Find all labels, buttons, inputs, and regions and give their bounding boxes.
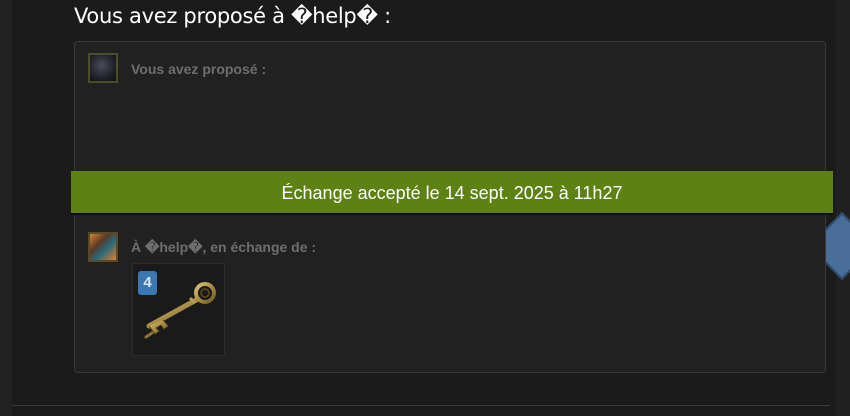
trade-offer-heading: Vous avez proposé à �help� :	[74, 4, 391, 28]
my-items-label: Vous avez proposé :	[131, 61, 267, 77]
left-sidebar-edge	[0, 0, 12, 416]
my-avatar[interactable]	[88, 53, 118, 83]
right-sidebar-edge	[808, 0, 850, 416]
trade-accepted-banner: Échange accepté le 14 sept. 2025 à 11h27	[71, 171, 833, 215]
item-quantity-badge: 4	[138, 271, 157, 295]
section-divider	[12, 405, 830, 406]
partner-items-label: À �help�, en échange de :	[131, 239, 317, 255]
item-slot[interactable]: 4	[132, 263, 225, 356]
partner-avatar[interactable]	[88, 232, 118, 262]
